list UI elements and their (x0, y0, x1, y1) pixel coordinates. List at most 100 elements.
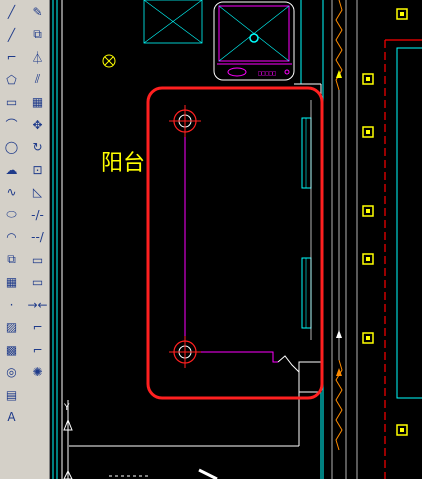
room-outline (396, 47, 422, 399)
chamfer-icon: ⌐ (32, 320, 43, 334)
drawing-canvas[interactable]: □□□□□ 阳台 Y (49, 0, 422, 479)
column-marker-dot (366, 209, 370, 213)
window-symbol (301, 117, 312, 189)
ellipse-arc-icon: ◠ (6, 230, 17, 244)
ellipse-button[interactable]: ⬭ (1, 205, 22, 225)
scale-icon: ⊡ (32, 162, 43, 177)
move-icon: ✥ (32, 117, 43, 132)
polygon-button[interactable]: ⬠ (1, 70, 22, 90)
appliance-dot (284, 69, 290, 75)
extend-button[interactable]: --/ (27, 227, 48, 247)
polyline-icon: ⌐ (6, 50, 17, 64)
break-at-point-button[interactable]: ▭ (27, 250, 48, 270)
ellipse-arc-button[interactable]: ◠ (1, 227, 22, 247)
trim-button[interactable]: -/- (27, 205, 48, 225)
appliance-readout: □□□□□ (258, 70, 276, 77)
join-button[interactable]: →← (27, 295, 48, 315)
appliance-outline (213, 1, 295, 81)
modify-toolbar: ✎ ⧉ ⏃ ⫽ ▦ ✥ ↻ ⊡ ◺ -/- --/ ▭ ▭ →← ⌐ ⌐ ✺ (26, 0, 50, 479)
hatch-button[interactable]: ▨ (1, 317, 22, 337)
rotate-icon: ↻ (32, 140, 43, 154)
array-button[interactable]: ▦ (27, 92, 48, 112)
join-icon: →← (27, 297, 48, 312)
trim-icon: -/- (31, 207, 44, 222)
ellipse-icon: ⬭ (6, 207, 17, 221)
break-at-point-icon: ▭ (31, 252, 44, 267)
arc-button[interactable]: ⌒ (1, 115, 22, 135)
break-button[interactable]: ▭ (27, 272, 48, 292)
offset-button[interactable]: ⫽ (27, 70, 48, 90)
insert-block-button[interactable]: ⧉ (1, 250, 22, 270)
magenta-rod[interactable] (185, 351, 278, 363)
window-symbol (301, 257, 312, 329)
make-block-icon: ▦ (5, 275, 18, 289)
wall-corner (298, 361, 322, 393)
point-button[interactable]: · (1, 295, 22, 315)
break-icon: ▭ (31, 275, 44, 289)
draw-toolbar: ╱ ╱ ⌐ ⬠ ▭ ⌒ ◯ ☁ ∿ ⬭ ◠ ⧉ ▦ · ▨ ▩ ◎ ▤ A (0, 0, 27, 479)
scale-button[interactable]: ⊡ (27, 160, 48, 180)
column-marker-dot (366, 77, 370, 81)
appliance-knob (249, 33, 259, 43)
room-label[interactable]: 阳台 (101, 151, 145, 176)
explode-icon: ✺ (32, 365, 43, 379)
break-line (277, 355, 300, 373)
pivot-bottom[interactable] (169, 336, 201, 368)
pivot-top[interactable] (169, 105, 201, 137)
region-icon: ◎ (6, 365, 17, 379)
point-icon: · (9, 297, 14, 312)
bottom-mark (198, 468, 218, 479)
table-button[interactable]: ▤ (1, 385, 22, 405)
rotate-button[interactable]: ↻ (27, 137, 48, 157)
construction-line-button[interactable]: ╱ (1, 25, 22, 45)
column-marker-dot (366, 257, 370, 261)
cad-window: ╱ ╱ ⌐ ⬠ ▭ ⌒ ◯ ☁ ∿ ⬭ ◠ ⧉ ▦ · ▨ ▩ ◎ ▤ A ✎ ⧉ ⏃ ⫽ ▦ ✥ ↻ ⊡ ◺ -/- --/ ▭ ▭ →← ⌐… (0, 0, 422, 479)
multiline-text-button[interactable]: A (1, 407, 22, 427)
circle-icon: ◯ (4, 140, 19, 154)
gradient-button[interactable]: ▩ (1, 340, 22, 360)
appliance-dial (227, 67, 247, 77)
ucs-y-label: Y (63, 403, 70, 413)
stretch-button[interactable]: ◺ (27, 182, 48, 202)
arc-icon: ⌒ (5, 118, 18, 132)
chamfer-button[interactable]: ⌐ (27, 317, 48, 337)
line-button[interactable]: ╱ (1, 2, 22, 22)
move-button[interactable]: ✥ (27, 115, 48, 135)
extend-icon: --/ (31, 230, 44, 244)
copy-button[interactable]: ⧉ (27, 25, 48, 45)
copy-icon: ⧉ (33, 27, 42, 41)
rectangle-icon: ▭ (5, 95, 18, 109)
region-button[interactable]: ◎ (1, 362, 22, 382)
mirror-button[interactable]: ⏃ (27, 47, 48, 67)
rectangle-button[interactable]: ▭ (1, 92, 22, 112)
arrow-mark (336, 330, 342, 338)
offset-icon: ⫽ (34, 72, 41, 86)
make-block-button[interactable]: ▦ (1, 272, 22, 292)
polyline-button[interactable]: ⌐ (1, 47, 22, 67)
column-marker-dot (366, 336, 370, 340)
spline-icon: ∿ (6, 185, 17, 199)
hatch-icon: ▨ (5, 320, 18, 334)
column-marker-dot (366, 130, 370, 134)
erase-icon: ✎ (32, 5, 43, 19)
revision-cloud-icon: ☁ (5, 162, 18, 177)
revision-cloud-button[interactable]: ☁ (1, 160, 22, 180)
gradient-icon: ▩ (5, 342, 18, 357)
drawing-svg: □□□□□ 阳台 Y (52, 0, 422, 479)
table-icon: ▤ (5, 387, 18, 402)
column-marker-dot (400, 12, 404, 16)
mirror-icon: ⏃ (31, 50, 44, 65)
column-marker-dot (400, 428, 404, 432)
insert-block-icon: ⧉ (7, 252, 16, 266)
fillet-icon: ⌐ (32, 342, 43, 357)
spline-button[interactable]: ∿ (1, 182, 22, 202)
explode-button[interactable]: ✺ (27, 362, 48, 382)
multiline-text-icon: A (7, 410, 16, 424)
polygon-icon: ⬠ (6, 72, 17, 87)
array-icon: ▦ (31, 95, 44, 109)
erase-button[interactable]: ✎ (27, 2, 48, 22)
construction-line-icon: ╱ (7, 27, 16, 42)
stretch-icon: ◺ (32, 185, 43, 199)
circle-button[interactable]: ◯ (1, 137, 22, 157)
fillet-button[interactable]: ⌐ (27, 340, 48, 360)
